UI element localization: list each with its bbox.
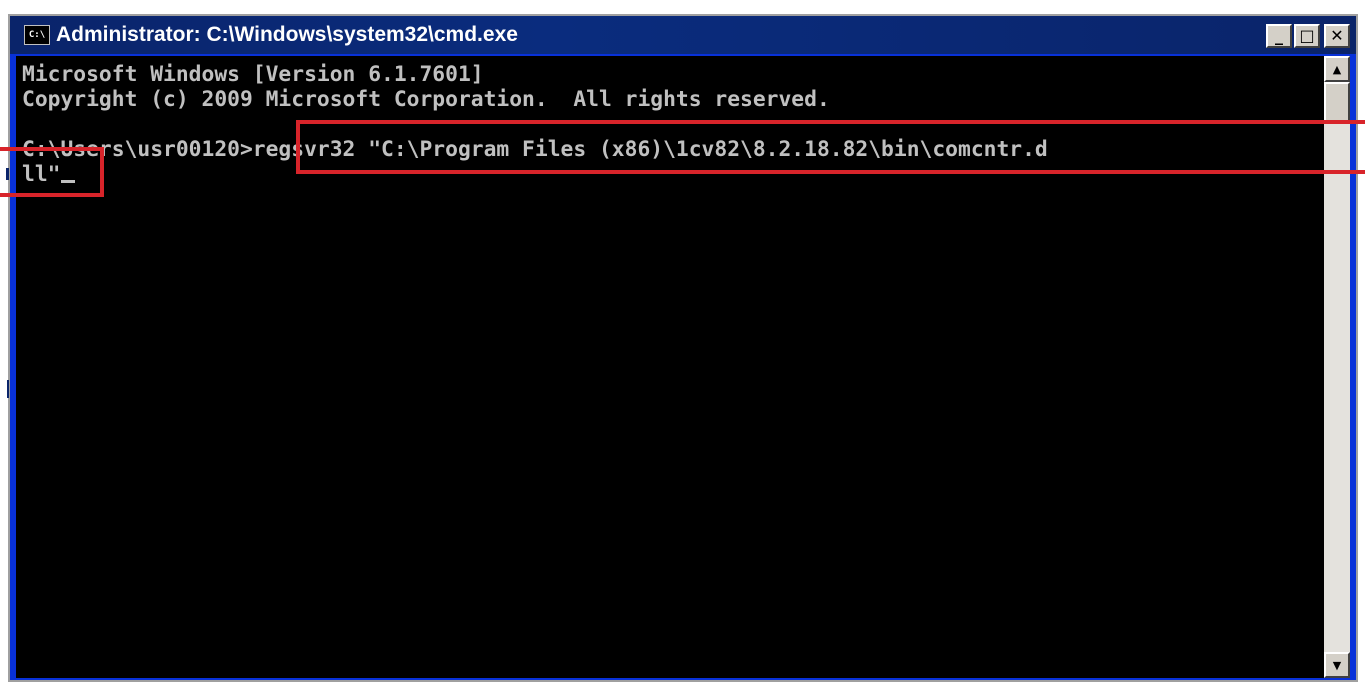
close-button[interactable]: ✕ bbox=[1324, 24, 1350, 48]
window-title: Administrator: C:\Windows\system32\cmd.e… bbox=[56, 23, 518, 46]
window-controls: _ □ ✕ bbox=[1266, 24, 1350, 48]
highlight-box-command bbox=[296, 120, 1365, 174]
edge-marker-bottom bbox=[7, 380, 9, 398]
console-line-version: Microsoft Windows [Version 6.1.7601] bbox=[22, 62, 484, 87]
scroll-thumb[interactable] bbox=[1324, 82, 1350, 122]
minimize-button[interactable]: _ bbox=[1266, 24, 1292, 48]
cmd-window: C:\ Administrator: C:\Windows\system32\c… bbox=[8, 14, 1358, 682]
title-bar[interactable]: C:\ Administrator: C:\Windows\system32\c… bbox=[10, 16, 1356, 54]
console-line-copyright: Copyright (c) 2009 Microsoft Corporation… bbox=[22, 87, 830, 112]
cmd-app-icon[interactable]: C:\ bbox=[24, 25, 50, 45]
scroll-up-icon[interactable]: ▲ bbox=[1324, 56, 1350, 82]
scroll-down-icon[interactable]: ▼ bbox=[1324, 652, 1350, 678]
highlight-box-wrap bbox=[0, 147, 104, 197]
maximize-button[interactable]: □ bbox=[1294, 24, 1320, 48]
edge-marker-top bbox=[6, 168, 9, 180]
